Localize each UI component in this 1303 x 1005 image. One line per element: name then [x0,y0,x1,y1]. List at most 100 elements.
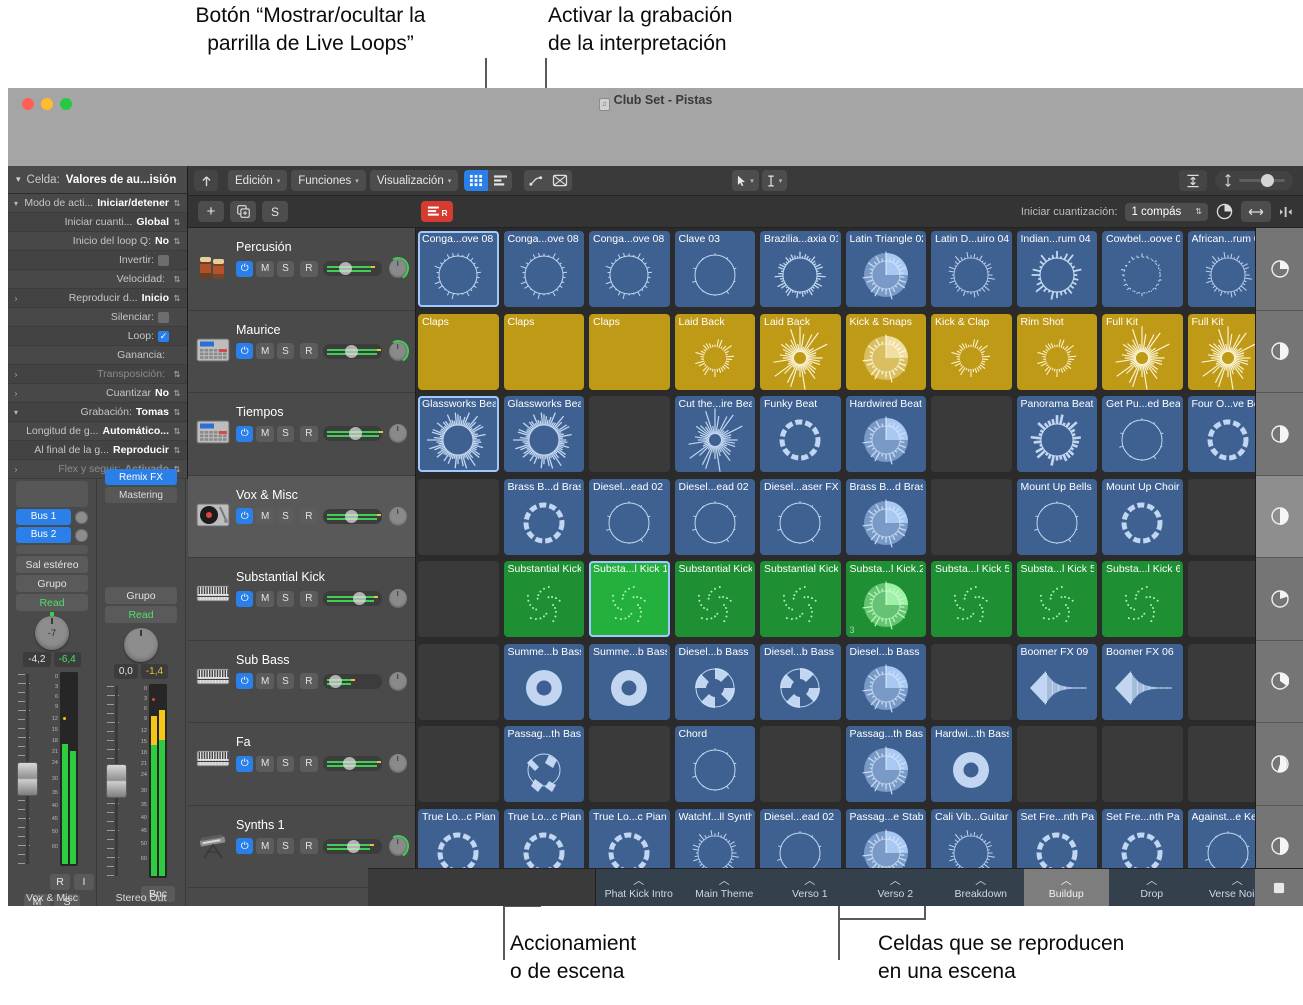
track-pan-knob[interactable] [388,754,407,773]
stepper-icon[interactable]: ⇅ [169,294,181,303]
inspector-row[interactable]: ▾ Modo de acti... Iniciar/detener ⇅ [8,194,187,213]
track-record-button[interactable]: R [300,425,318,442]
inspector-row[interactable]: Silenciar: [8,308,187,327]
track-mute-button[interactable]: M [256,590,274,607]
volume-value[interactable]: -4,2 [23,652,51,667]
fit-cells-vertically-button[interactable] [1179,170,1207,191]
stop-all-scenes-button[interactable] [1255,869,1303,906]
menu-edicion[interactable]: Edición ▾ [228,170,288,191]
scene-trigger-verso-1[interactable]: ︿ Verso 1 [767,869,853,906]
track-power-button[interactable]: ⏻ [236,590,254,607]
grid-cell[interactable]: Get Pu...ed Beat [1102,396,1183,472]
track-pan-knob[interactable] [388,671,407,691]
stepper-icon[interactable]: ⇅ [169,408,181,417]
show-hide-live-loops-grid-button[interactable] [464,170,489,191]
grid-cell-empty[interactable] [931,396,1012,472]
grid-cell[interactable]: Substa...l Kick 5 [1016,561,1097,637]
grid-cell[interactable]: Passag...th Bass [845,726,926,802]
track-mute-button[interactable]: M [256,838,274,854]
grid-cell[interactable]: Cut the...ire Beat [674,396,755,472]
grid-cell[interactable]: Passag...th Bass [503,726,584,802]
stepper-icon[interactable]: ⇅ [169,446,181,455]
track-mute-button[interactable]: M [256,755,274,772]
input-monitor-button[interactable]: I [74,874,94,890]
track-solo-button[interactable]: S [276,838,295,854]
stepper-icon[interactable]: ⇅ [169,237,181,246]
grid-cell[interactable]: Laid Back [760,313,841,390]
grid-cell-empty[interactable] [760,726,841,802]
show-hide-sidebar-icon[interactable] [1279,206,1295,218]
inspector-disclosure-icon[interactable]: ▾ [10,199,22,208]
track-record-button[interactable]: R [300,838,318,854]
send-bus-2[interactable]: Bus 2 [16,527,71,543]
add-track-button[interactable]: + [198,201,224,222]
grid-cell[interactable]: Substa...l Kick 1 [589,561,670,637]
track-pan-knob[interactable] [388,506,407,526]
pan-knob[interactable] [124,628,158,662]
track-mute-button[interactable]: M [256,425,274,442]
channel-strip-vox-misc[interactable]: . Bus 1 Bus 2 . Sal estéreo Grupo Read [8,479,97,906]
inspector-disclosure-icon[interactable]: ▾ [10,408,22,417]
grid-cell[interactable]: Substa...l Kick 5 [931,561,1012,637]
peak-value[interactable]: -1,4 [140,664,169,679]
track-volume-slider[interactable] [322,673,382,689]
scene-playhead-cell[interactable] [1256,311,1303,393]
grid-cell[interactable]: Brass B...d Brass [503,478,584,555]
grid-cell-empty[interactable] [1016,726,1097,802]
track-header-vox-misc[interactable]: Vox & Misc ⏻ M S R [188,475,415,558]
scene-playhead-cell[interactable] [1256,228,1303,311]
track-pan-knob[interactable] [384,831,412,861]
track-solo-button[interactable]: S [276,755,295,772]
group-button[interactable]: Grupo [105,587,177,604]
inspector-disclosure-icon[interactable]: › [10,370,22,379]
inspector-row[interactable]: Iniciar cuanti... Global ⇅ [8,213,187,232]
track-solo-button[interactable]: S [276,673,295,689]
grid-cell-empty[interactable] [418,561,499,637]
track-power-button[interactable]: ⏻ [236,508,254,524]
volume-value[interactable]: 0,0 [113,664,138,679]
grid-cell[interactable]: Brass B...d Brass [845,478,926,555]
track-pan-knob[interactable] [388,424,407,443]
track-pan-knob[interactable] [384,336,412,366]
grid-cell[interactable]: Glassworks Beat [418,396,499,472]
grid-cell[interactable]: Conga...ove 08 [503,231,584,307]
track-record-button[interactable]: R [300,590,318,607]
flex-icon[interactable] [548,170,573,191]
volume-fader[interactable] [106,764,127,798]
track-power-button[interactable]: ⏻ [236,673,254,689]
track-volume-slider[interactable] [322,756,382,771]
grid-cell[interactable]: Latin Triangle 02 [845,231,926,307]
track-mute-button[interactable]: M [256,673,274,689]
menu-visualizacion[interactable]: Visualización ▾ [369,170,459,191]
scene-playhead-cell[interactable] [1256,723,1303,806]
grid-cell[interactable]: Brazilia...axia 01 [760,231,841,307]
fader-area[interactable]: 0 3 6 9 12 15 18 21 24 30 35 40 45 50 60 [16,670,88,870]
stepper-icon[interactable]: ⇅ [169,370,181,379]
grid-cell[interactable]: Diesel...ead 02 [589,478,670,555]
send-knob-1[interactable] [75,510,88,524]
grid-cell-empty[interactable] [1102,726,1183,802]
stepper-icon[interactable]: ⇅ [169,389,181,398]
scene-trigger-verso-2[interactable]: ︿ Verso 2 [853,869,939,906]
inspector-checkbox[interactable] [158,311,169,323]
send-slot-empty[interactable]: . [16,545,88,554]
volume-fader[interactable] [17,762,38,796]
grid-cell[interactable]: Mount Up Choir [1102,478,1183,555]
plugin-slot[interactable]: . [16,481,88,507]
track-record-button[interactable]: R [300,260,318,277]
track-solo-button[interactable]: S [276,425,295,442]
scene-trigger-phat-kick-intro[interactable]: ︿ Phat Kick Intro [596,869,682,906]
output-button[interactable]: Sal estéreo [16,556,88,573]
grid-cell[interactable]: Substa...l Kick.2 3 [845,561,926,637]
inspector-row[interactable]: Inicio del loop Q: No ⇅ [8,232,187,251]
peak-value[interactable]: -6,4 [53,652,81,667]
grid-cell-empty[interactable] [931,478,1012,555]
send-bus-1[interactable]: Bus 1 [16,509,71,525]
stepper-icon[interactable]: ⇅ [169,218,181,227]
grid-cell[interactable]: Claps [589,313,670,390]
plugin-remix-fx[interactable]: Remix FX [105,469,177,485]
grid-cell-empty[interactable] [931,643,1012,720]
grid-cell[interactable]: Diesel...b Bass [760,643,841,720]
track-record-button[interactable]: R [300,508,318,524]
inspector-disclosure-icon[interactable]: › [10,465,22,474]
